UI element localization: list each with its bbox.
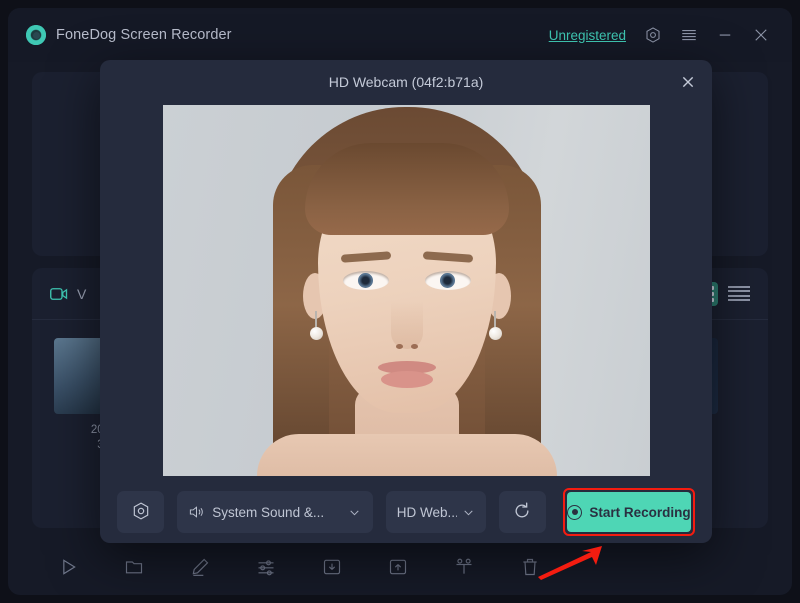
close-icon[interactable] bbox=[680, 74, 696, 90]
titlebar-actions: Unregistered bbox=[549, 26, 792, 44]
dialog-header: HD Webcam (04f2:b71a) bbox=[100, 60, 712, 104]
webcam-preview bbox=[163, 105, 650, 476]
folder-icon[interactable] bbox=[124, 557, 144, 577]
list-view-icon[interactable] bbox=[728, 285, 750, 302]
video-camera-icon bbox=[50, 287, 68, 301]
audio-source-value: System Sound &... bbox=[212, 504, 325, 520]
hex-gear-icon[interactable] bbox=[644, 26, 662, 44]
dialog-title: HD Webcam (04f2:b71a) bbox=[328, 74, 484, 90]
upload-icon[interactable] bbox=[388, 557, 408, 577]
recent-files-title-group: V bbox=[50, 286, 86, 302]
reset-refresh-icon bbox=[512, 501, 532, 524]
unregistered-link[interactable]: Unregistered bbox=[549, 28, 626, 43]
audio-source-select[interactable]: System Sound &... bbox=[177, 491, 373, 533]
close-icon[interactable] bbox=[752, 26, 770, 44]
share-icon[interactable] bbox=[454, 557, 474, 577]
recent-files-title: V bbox=[77, 285, 87, 302]
webcam-source-value: HD Web... bbox=[396, 504, 457, 520]
start-recording-button[interactable]: Start Recording bbox=[566, 492, 691, 532]
sliders-icon[interactable] bbox=[256, 557, 276, 577]
minimize-icon[interactable] bbox=[716, 26, 734, 44]
speaker-icon bbox=[189, 505, 204, 519]
start-recording-highlight: Start Recording bbox=[562, 488, 695, 536]
app-title: FoneDog Screen Recorder bbox=[56, 27, 232, 43]
play-icon[interactable] bbox=[58, 557, 78, 577]
app-window: FoneDog Screen Recorder Unregistered V H… bbox=[8, 8, 792, 595]
trash-icon[interactable] bbox=[520, 557, 540, 577]
portrait-image bbox=[163, 105, 650, 476]
webcam-preview-dialog: HD Webcam (04f2:b71a) System Sound &... … bbox=[100, 60, 712, 543]
edit-pen-icon[interactable] bbox=[190, 557, 210, 577]
webcam-source-select[interactable]: HD Web... bbox=[385, 491, 486, 533]
hamburger-menu-icon[interactable] bbox=[680, 26, 698, 44]
brand: FoneDog Screen Recorder bbox=[8, 25, 232, 45]
fonedog-logo-icon bbox=[26, 25, 46, 45]
settings-button[interactable] bbox=[117, 491, 165, 533]
reset-button[interactable] bbox=[498, 491, 546, 533]
hex-gear-icon bbox=[131, 501, 151, 524]
chevron-down-icon[interactable] bbox=[348, 506, 361, 519]
start-recording-label: Start Recording bbox=[589, 504, 691, 520]
dialog-toolbar: System Sound &... HD Web... Start Record… bbox=[100, 481, 712, 543]
titlebar: FoneDog Screen Recorder Unregistered bbox=[8, 8, 792, 62]
chevron-down-icon[interactable] bbox=[462, 506, 475, 519]
file-actions-group bbox=[124, 557, 540, 577]
download-icon[interactable] bbox=[322, 557, 342, 577]
file-actions-toolbar bbox=[32, 545, 768, 589]
record-dot-icon bbox=[567, 504, 583, 520]
